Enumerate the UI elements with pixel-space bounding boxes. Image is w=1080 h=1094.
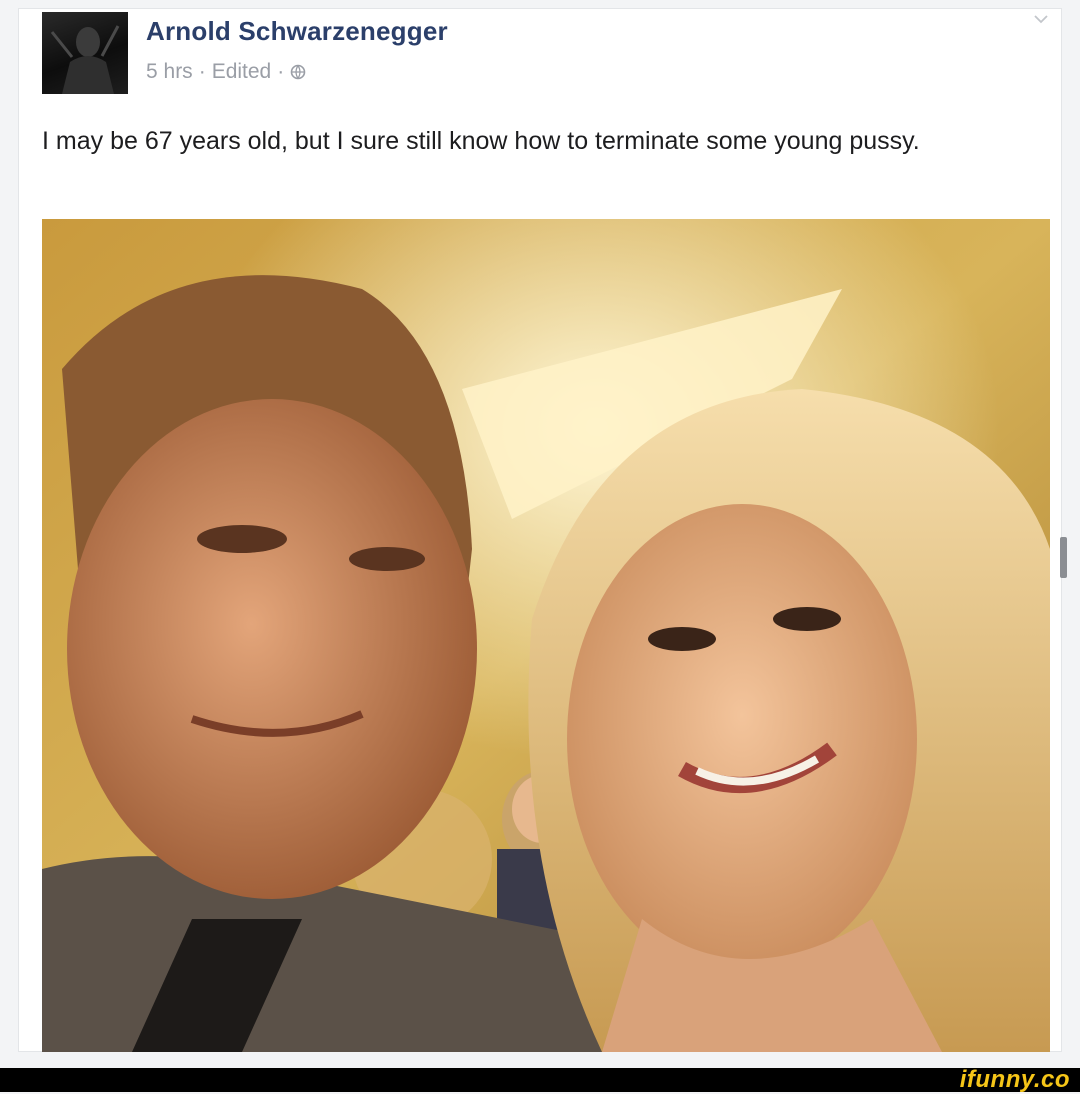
post-status-text: I may be 67 years old, but I sure still … — [42, 127, 920, 155]
avatar[interactable] — [42, 12, 128, 94]
post-photo[interactable] — [42, 219, 1050, 1052]
ifunny-watermark: ifunny.co — [959, 1066, 1070, 1093]
meta-separator: · — [198, 60, 206, 83]
scrollbar[interactable] — [1060, 537, 1067, 578]
post-meta: 5 hrs · Edited · — [146, 60, 306, 84]
meta-separator-2: · — [277, 60, 285, 83]
globe-icon[interactable] — [290, 64, 306, 80]
author-name[interactable]: Arnold Schwarzenegger — [146, 16, 448, 47]
post-time[interactable]: 5 hrs — [146, 60, 193, 84]
chevron-down-icon[interactable] — [1034, 14, 1048, 24]
watermark-bar — [0, 1068, 1080, 1092]
edited-label[interactable]: Edited — [212, 60, 272, 84]
